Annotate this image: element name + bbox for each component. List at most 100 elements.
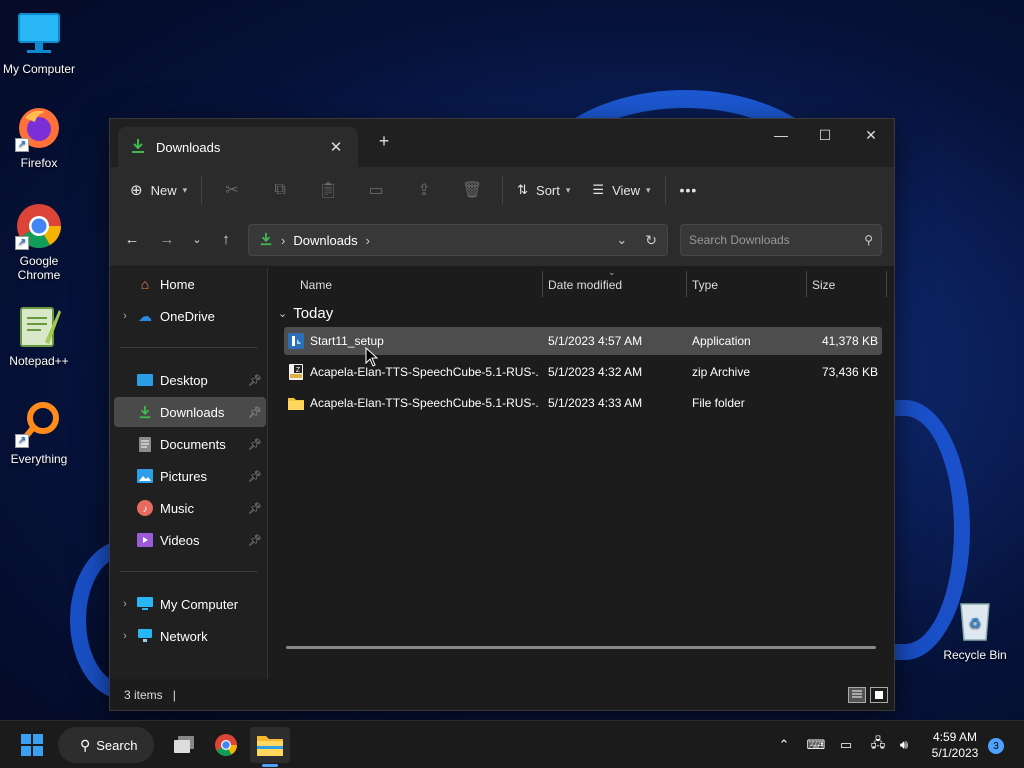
- mouse-cursor-icon: [365, 347, 379, 367]
- details-view-icon[interactable]: [848, 687, 866, 703]
- desktop-icon-label: Firefox: [20, 156, 58, 170]
- horizontal-scrollbar[interactable]: [286, 646, 876, 649]
- chrome-taskbar-icon[interactable]: [210, 727, 242, 763]
- sort-icon: ⇅: [517, 182, 529, 197]
- volume-icon[interactable]: 🔊︎: [894, 735, 914, 755]
- rename-icon[interactable]: ▭: [358, 174, 394, 206]
- pin-icon[interactable]: 📌︎: [248, 534, 262, 547]
- nav-item-videos[interactable]: Videos 📌︎: [114, 525, 266, 555]
- refresh-icon[interactable]: ↻: [645, 232, 657, 249]
- shortcut-arrow-icon: ↗: [15, 434, 29, 448]
- chevron-down-icon: ▾: [646, 184, 651, 195]
- file-date: 5/1/2023 4:57 AM: [548, 334, 643, 348]
- nav-item-home[interactable]: ⌂ Home: [114, 269, 266, 299]
- nav-item-label: OneDrive: [160, 308, 215, 324]
- keyboard-icon[interactable]: ⌨: [806, 735, 826, 755]
- pin-icon[interactable]: 📌︎: [248, 374, 262, 387]
- desktop-folder-icon: [136, 371, 154, 389]
- file-explorer-taskbar-icon[interactable]: [250, 727, 290, 767]
- file-name: Acapela-Elan-TTS-SpeechCube-5.1-RUS-...: [310, 396, 538, 410]
- desktop-icon-firefox[interactable]: ↗ Firefox: [1, 104, 77, 170]
- file-type: Application: [692, 334, 751, 348]
- chevron-down-icon: ▾: [182, 184, 188, 195]
- toolbar-divider: [201, 176, 203, 204]
- cut-icon[interactable]: ✂: [214, 174, 250, 206]
- breadcrumb-downloads[interactable]: Downloads: [293, 233, 357, 248]
- sort-button[interactable]: ⇅ Sort ▾: [509, 174, 578, 206]
- cloud-icon: ☁: [138, 307, 152, 324]
- pictures-icon: [136, 467, 154, 485]
- back-arrow-icon[interactable]: ←: [120, 227, 144, 251]
- nav-item-music[interactable]: ♪ Music 📌︎: [114, 493, 266, 523]
- recycle-bin-icon: ♻: [951, 596, 999, 644]
- start-button[interactable]: [14, 727, 50, 763]
- taskbar-search-button[interactable]: ⚲ Search: [58, 727, 154, 763]
- tab-downloads[interactable]: Downloads ✕: [118, 127, 358, 167]
- desktop-icon-notepadpp[interactable]: Notepad++: [1, 302, 77, 368]
- view-button[interactable]: ☰ View ▾: [584, 174, 658, 206]
- copy-icon[interactable]: ⧉: [262, 174, 298, 206]
- desktop-icon-recycle-bin[interactable]: ♻ Recycle Bin: [937, 596, 1013, 662]
- svg-text:♪: ♪: [143, 504, 148, 515]
- column-header-size[interactable]: Size: [812, 271, 835, 299]
- column-header-type[interactable]: Type: [692, 271, 718, 299]
- file-size: 41,378 KB: [821, 334, 878, 348]
- pin-icon[interactable]: 📌︎: [248, 470, 262, 483]
- tiles-view-icon[interactable]: [870, 687, 888, 703]
- desktop-icon-chrome[interactable]: ↗ Google Chrome: [1, 202, 77, 282]
- column-divider[interactable]: [886, 271, 887, 297]
- network-tray-icon[interactable]: 🖧︎: [868, 735, 888, 755]
- new-tab-button[interactable]: +: [374, 131, 394, 152]
- nav-item-pictures[interactable]: Pictures 📌︎: [114, 461, 266, 491]
- clock-date: 5/1/2023: [931, 746, 979, 760]
- maximize-button[interactable]: ☐: [802, 119, 848, 151]
- close-window-button[interactable]: ✕: [848, 119, 894, 151]
- desktop-icon-everything[interactable]: ↗ Everything: [1, 400, 77, 466]
- share-icon[interactable]: ⇪: [406, 174, 442, 206]
- pin-icon[interactable]: 📌︎: [248, 502, 262, 515]
- new-button[interactable]: ⊕ New ▾: [122, 174, 195, 206]
- minimize-button[interactable]: —: [758, 119, 804, 151]
- task-view-icon[interactable]: [168, 727, 200, 763]
- table-row[interactable]: Acapela-Elan-TTS-SpeechCube-5.1-RUS-... …: [284, 389, 882, 417]
- recent-locations-chevron-icon[interactable]: ⌄: [185, 227, 209, 251]
- forward-arrow-icon[interactable]: →: [155, 227, 179, 251]
- nav-item-my-computer[interactable]: › My Computer: [114, 589, 266, 619]
- chevron-down-icon[interactable]: ⌄: [616, 232, 627, 248]
- tab-close-button[interactable]: ✕: [326, 138, 346, 156]
- nav-item-desktop[interactable]: Desktop 📌︎: [114, 365, 266, 395]
- column-divider[interactable]: [806, 271, 807, 297]
- delete-icon[interactable]: 🗑︎: [454, 174, 490, 206]
- clock[interactable]: 4:59 AM 5/1/2023: [920, 729, 990, 761]
- display-icon[interactable]: ▭: [836, 735, 856, 755]
- nav-item-downloads[interactable]: Downloads 📌︎: [114, 397, 266, 427]
- taskbar: ⚲ Search ⌃ ⌨ ▭ 🖧︎ 🔊︎ 4:59 AM 5/1/2023 3: [0, 720, 1024, 768]
- magnifier-icon: ↗: [15, 400, 63, 448]
- address-bar[interactable]: › Downloads › ⌄ ↻: [248, 224, 668, 256]
- group-header-today[interactable]: ⌄ Today: [278, 305, 333, 322]
- nav-item-network[interactable]: › Network: [114, 621, 266, 651]
- up-arrow-icon[interactable]: ↑: [214, 227, 238, 251]
- notification-badge[interactable]: 3: [988, 738, 1004, 754]
- chevron-up-icon[interactable]: ⌃: [774, 735, 794, 755]
- monitor-icon: [136, 595, 154, 613]
- toolbar-divider: [502, 176, 504, 204]
- chevron-right-icon[interactable]: ›: [114, 630, 136, 642]
- column-header-name[interactable]: Name: [300, 271, 332, 299]
- search-input[interactable]: Search Downloads ⚲: [680, 224, 882, 256]
- pin-icon[interactable]: 📌︎: [248, 438, 262, 451]
- column-divider[interactable]: [686, 271, 687, 297]
- chevron-right-icon[interactable]: ›: [114, 598, 136, 610]
- nav-item-onedrive[interactable]: › ☁ OneDrive: [114, 301, 266, 331]
- pin-icon[interactable]: 📌︎: [248, 406, 262, 419]
- toolbar-divider: [664, 176, 666, 204]
- chevron-right-icon[interactable]: ›: [114, 310, 136, 322]
- nav-item-label: Network: [160, 628, 208, 644]
- explorer-body: ⌂ Home › ☁ OneDrive Desktop 📌︎ Downloads…: [110, 267, 894, 679]
- more-options-button[interactable]: •••: [672, 174, 706, 206]
- column-divider[interactable]: [542, 271, 543, 297]
- sort-button-label: Sort: [536, 182, 560, 198]
- desktop-icon-my-computer[interactable]: My Computer: [1, 10, 77, 76]
- paste-icon[interactable]: 📋︎: [310, 174, 346, 206]
- nav-item-documents[interactable]: Documents 📌︎: [114, 429, 266, 459]
